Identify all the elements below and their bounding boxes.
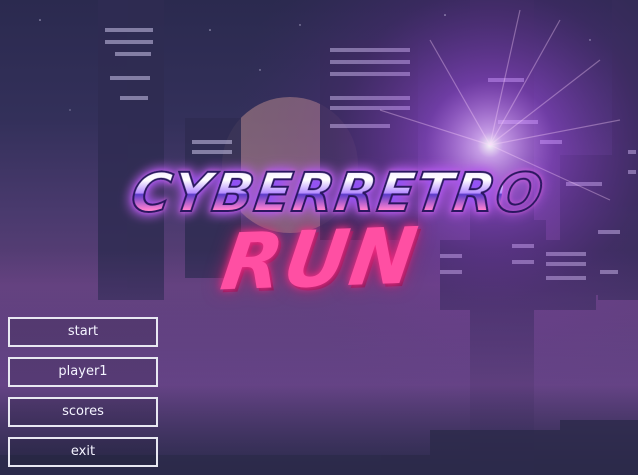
player-button[interactable]: player1 bbox=[8, 357, 158, 387]
exit-button[interactable]: exit bbox=[8, 437, 158, 467]
title-screen: CYBERRETRO RUN start player1 scores exit bbox=[0, 0, 638, 475]
scores-button[interactable]: scores bbox=[8, 397, 158, 427]
start-button[interactable]: start bbox=[8, 317, 158, 347]
